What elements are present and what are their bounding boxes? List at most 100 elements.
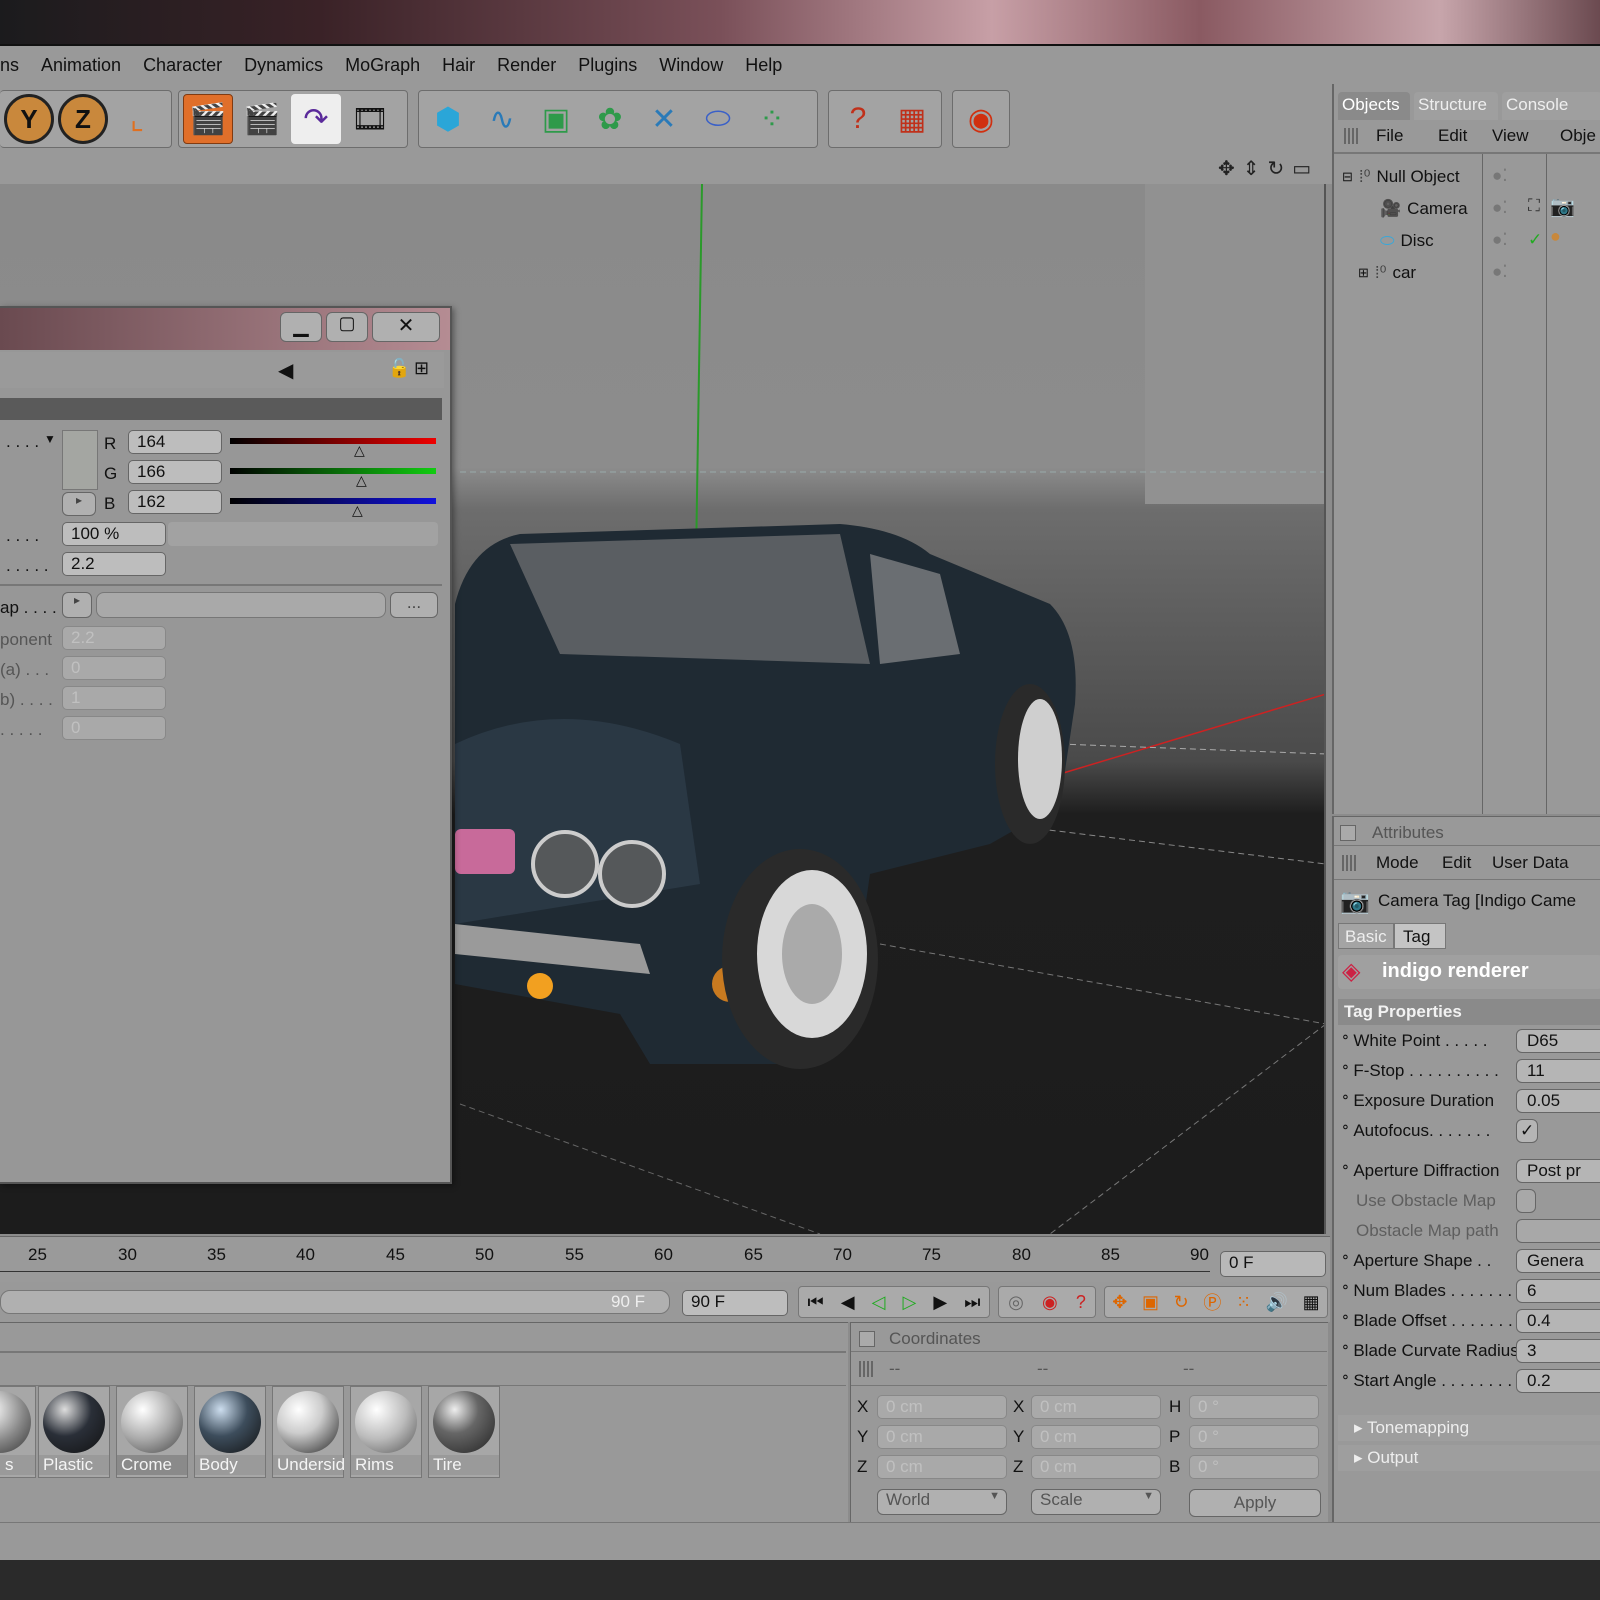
property-value[interactable]: D65 [1516,1029,1600,1053]
property-value[interactable]: 6 [1516,1279,1600,1303]
objects-menu-view[interactable]: View [1492,126,1529,146]
expand-button[interactable]: ▸ [62,492,96,516]
b-slider-handle[interactable]: △ [352,502,363,519]
menu-item-animation[interactable]: Animation [41,55,121,76]
viewport-navigation-icons[interactable]: ✥⇕↻▭ [1218,156,1319,181]
property-value[interactable]: 0.4 [1516,1309,1600,1333]
tab-tag[interactable]: Tag [1394,923,1446,949]
pos-z-field[interactable]: 0 cm [877,1455,1007,1479]
coordinate-mode-select[interactable]: World ▼ [877,1489,1007,1515]
attributes-panel-checkbox[interactable] [1340,825,1356,841]
preview-range-slider[interactable]: 90 F [0,1290,670,1314]
coordinate-system-icon[interactable]: ⌞ [112,94,162,144]
go-to-end-icon[interactable]: ⏭ [964,1292,980,1313]
tree-item-disc[interactable]: ⬭ Disc [1334,226,1484,256]
menu-item-dynamics[interactable]: Dynamics [244,55,323,76]
property-value[interactable]: 3 [1516,1339,1600,1363]
close-button[interactable]: ✕ [372,312,440,342]
particles-icon[interactable]: ⁘ [747,94,797,144]
render-active-icon[interactable]: ↷ [291,94,341,144]
menu-item-help[interactable]: Help [745,55,782,76]
tree-item-car[interactable]: ⊞ ⁞⁰ car [1334,258,1484,288]
prev-key-icon[interactable]: ◀ [841,1292,855,1313]
gamma-field[interactable]: 2.2 [62,552,166,576]
pos-x-field[interactable]: 0 cm [877,1395,1007,1419]
new-window-icon[interactable]: ⊞ [414,358,429,379]
attributes-menu-user-data[interactable]: User Data [1492,853,1569,873]
web-browser-icon[interactable]: ◉ [957,94,1005,144]
play-backward-icon[interactable]: ◁ [872,1292,886,1313]
help-table-icon[interactable]: ▦ [887,94,937,144]
context-help-icon[interactable]: ? [833,94,883,144]
next-key-icon[interactable]: ▶ [933,1292,947,1313]
param-c-field[interactable]: 0 [62,716,166,740]
property-value[interactable]: 0.2 [1516,1369,1600,1393]
texture-map-expand-button[interactable]: ▸ [62,592,92,618]
expand-icon[interactable]: ⊞ [1358,265,1369,281]
property-value[interactable] [1516,1189,1536,1213]
sound-icon[interactable]: 🔊 [1266,1292,1288,1313]
material-body[interactable]: Body [194,1386,266,1478]
rotate-key-icon[interactable]: ↻ [1174,1292,1189,1313]
timeline-ruler[interactable]: 25 30 35 40 45 50 55 60 65 70 75 80 85 9… [0,1236,1330,1282]
record-icon[interactable]: ◉ [1042,1292,1058,1313]
r-value-field[interactable]: 164 [128,430,222,454]
menu-item-mograph[interactable]: MoGraph [345,55,420,76]
objects-menu-objects[interactable]: Obje [1560,126,1596,146]
array-icon[interactable]: ✿ [585,94,635,144]
material-crome[interactable]: Crome [116,1386,188,1478]
scene-icon[interactable]: ⬭ [693,94,743,144]
r-slider[interactable] [230,438,436,444]
menu-item-render[interactable]: Render [497,55,556,76]
record-off-icon[interactable]: ◎ [1008,1292,1024,1313]
g-slider[interactable] [230,468,436,474]
color-swatch[interactable] [62,430,98,490]
tab-objects[interactable]: Objects [1338,92,1410,120]
property-value[interactable] [1516,1219,1600,1243]
attributes-menu-edit[interactable]: Edit [1442,853,1471,873]
target-tag-icon[interactable]: ⛶ [1528,196,1540,216]
b-value-field[interactable]: 162 [128,490,222,514]
material-plastic[interactable]: Plastic [38,1386,110,1478]
enabled-check-icon[interactable]: ✓ [1528,230,1542,250]
scale-mode-select[interactable]: Scale ▼ [1031,1489,1161,1515]
menu-item-plugins[interactable]: Plugins [578,55,637,76]
menu-item-window[interactable]: Window [659,55,723,76]
cube-icon[interactable]: ⬢ [423,94,473,144]
tree-item-camera[interactable]: 🎥 Camera [1334,194,1484,224]
material-tag-icon[interactable]: ● [1550,226,1561,247]
collapse-icon[interactable]: ⊟ [1342,169,1353,185]
minimize-button[interactable]: ▁ [280,312,322,342]
z-axis-lock-button[interactable]: Z [58,94,108,144]
menu-item-character[interactable]: Character [143,55,222,76]
tonemapping-group[interactable]: ▸ Tonemapping [1338,1415,1600,1441]
objects-menu-edit[interactable]: Edit [1438,126,1467,146]
scale-y-field[interactable]: 0 cm [1031,1425,1161,1449]
param-key-icon[interactable]: Ⓟ [1203,1289,1221,1315]
visibility-dots[interactable]: ●⁚ [1492,230,1508,250]
autokey-icon[interactable]: ? [1076,1292,1086,1313]
end-frame-field[interactable]: 90 F [682,1290,788,1316]
y-axis-lock-button[interactable]: Y [4,94,54,144]
property-value[interactable]: Post pr [1516,1159,1600,1183]
g-slider-handle[interactable]: △ [356,472,367,489]
rot-h-field[interactable]: 0 ° [1189,1395,1319,1419]
car-model[interactable] [455,524,1076,1069]
param-a-field[interactable]: 0 [62,656,166,680]
r-slider-handle[interactable]: △ [354,442,365,459]
property-value[interactable]: 0.05 [1516,1089,1600,1113]
render-view-icon[interactable]: 🎬 [183,94,233,144]
tab-structure[interactable]: Structure [1414,92,1498,120]
brightness-slider[interactable] [168,522,438,546]
material-rims[interactable]: Rims [350,1386,422,1478]
tree-item-null-object[interactable]: ⊟ ⁞⁰ Null Object [1334,162,1484,192]
objects-menu-file[interactable]: File [1376,126,1403,146]
subdivision-icon[interactable]: ▣ [531,94,581,144]
property-value[interactable]: ✓ [1516,1119,1538,1143]
deformer-icon[interactable]: ✕ [639,94,689,144]
material-underside[interactable]: Undersid [272,1386,345,1478]
camera-tag-icon[interactable]: 📷 [1550,194,1575,219]
apply-button[interactable]: Apply [1189,1489,1321,1517]
visibility-dots[interactable]: ●⁚ [1492,198,1508,218]
back-arrow-icon[interactable]: ◀ [278,358,293,383]
